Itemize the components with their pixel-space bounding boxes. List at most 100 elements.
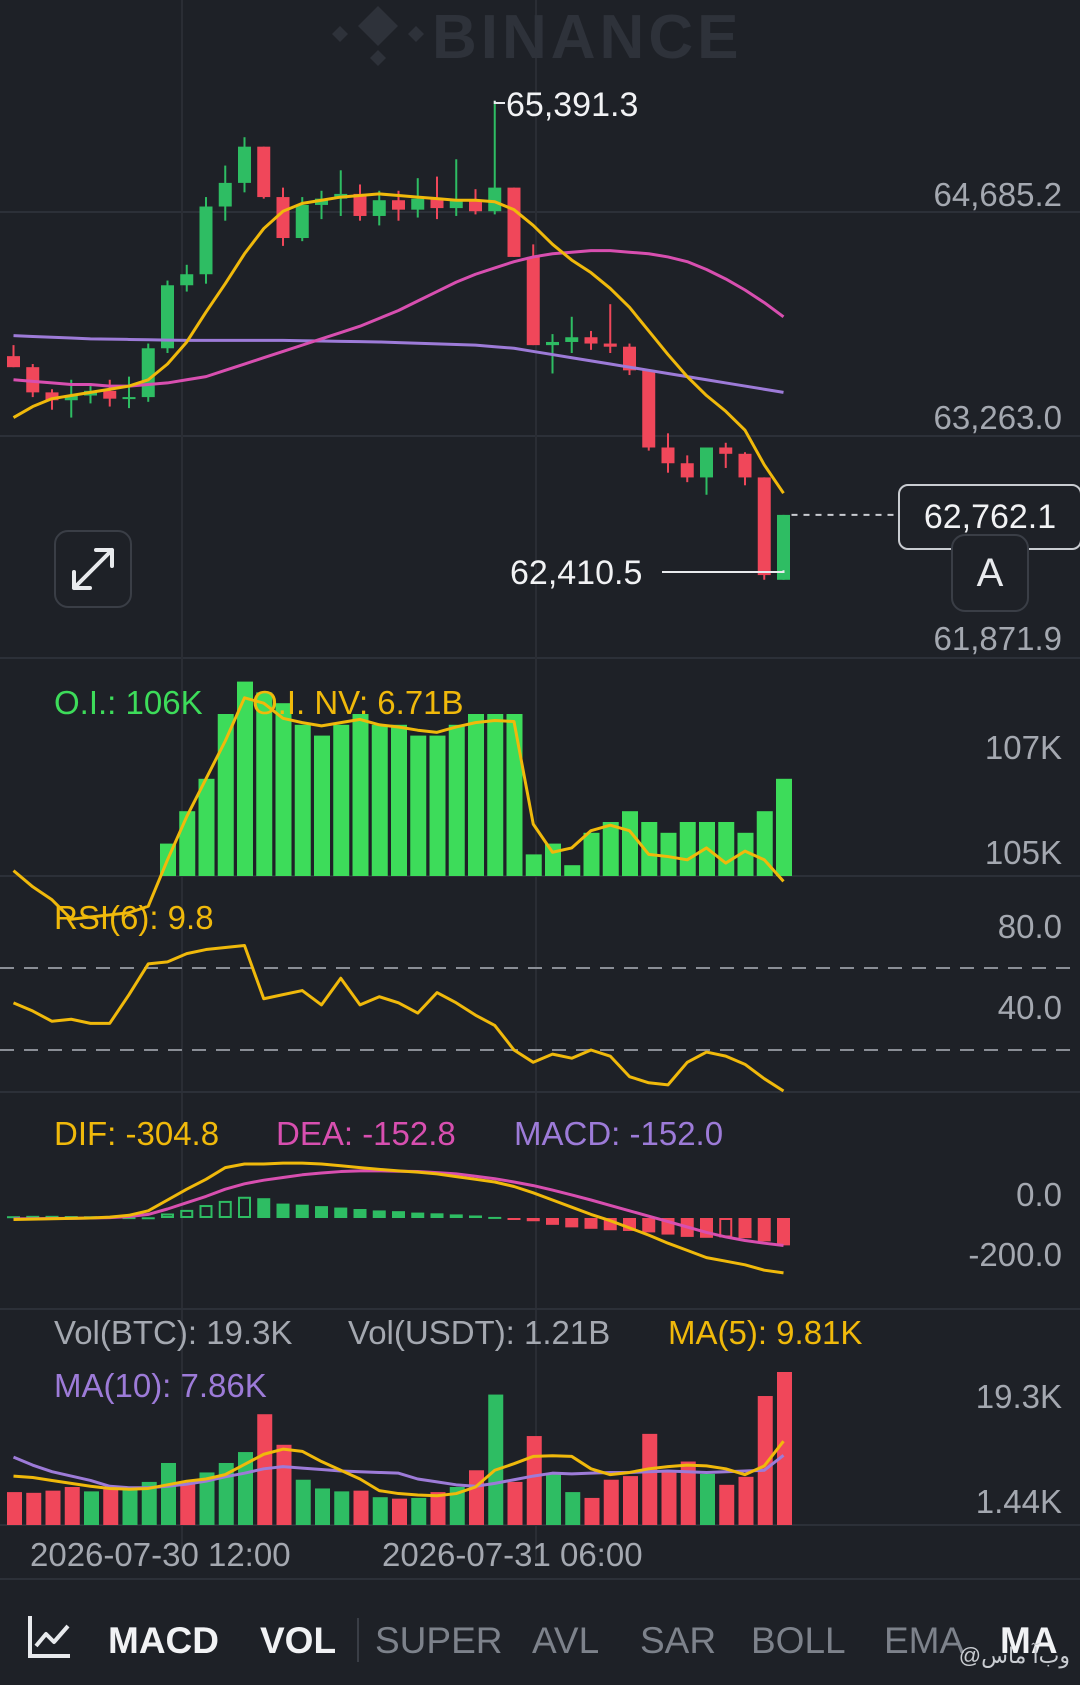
volume-bar xyxy=(700,1473,715,1525)
tab-boll[interactable]: BOLL xyxy=(751,1620,846,1662)
macd-tick-1: 0.0 xyxy=(1016,1176,1062,1213)
oi-bar xyxy=(179,811,196,876)
dif-legend: DIF: -304.8 xyxy=(54,1115,220,1152)
rsi-tick-1: 80.0 xyxy=(997,908,1062,945)
candle-body xyxy=(141,348,155,398)
oi-bar xyxy=(564,865,581,876)
candle-body xyxy=(392,200,405,210)
candle-body xyxy=(507,187,521,257)
oi-bar xyxy=(583,832,600,876)
macd-hist-bar xyxy=(469,1215,482,1218)
volume-bar xyxy=(103,1489,119,1525)
volume-bar xyxy=(565,1492,581,1525)
candle-body xyxy=(680,463,694,478)
low-price-label: 62,410.5 xyxy=(510,554,643,592)
auto-scale-button[interactable]: A xyxy=(951,534,1029,612)
macd-hist-bar xyxy=(757,1218,771,1242)
candle-body xyxy=(757,477,771,576)
oi-bar xyxy=(371,724,388,876)
chart-type-icon[interactable] xyxy=(26,1612,74,1660)
candle-body xyxy=(180,274,194,286)
macd-hist-bar xyxy=(238,1196,251,1219)
volume-bar xyxy=(180,1482,196,1525)
tab-vol[interactable]: VOL xyxy=(260,1620,336,1662)
macd-tick-2: -200.0 xyxy=(968,1236,1062,1273)
volume-bar xyxy=(526,1436,542,1525)
oi-bar xyxy=(275,703,292,876)
tab-super[interactable]: SUPER xyxy=(375,1620,502,1662)
macd-hist-bar xyxy=(161,1213,174,1218)
candle-body xyxy=(257,146,271,198)
oi-bar xyxy=(410,735,427,876)
candle-body xyxy=(526,256,540,346)
oi-bar xyxy=(333,724,350,876)
chart-canvas[interactable] xyxy=(0,0,1080,1683)
macd-hist-bar xyxy=(565,1218,579,1228)
dea-legend: DEA: -152.8 xyxy=(276,1115,456,1152)
tab-ema[interactable]: EMA xyxy=(884,1620,964,1662)
volume-bar xyxy=(584,1497,600,1525)
oi-bar xyxy=(525,854,542,876)
candle-body xyxy=(700,447,713,478)
vol-usdt-legend: Vol(USDT): 1.21B xyxy=(348,1314,611,1351)
volume-bar xyxy=(45,1490,61,1525)
volume-bar xyxy=(295,1479,311,1525)
oi-legend: O.I.: 106K xyxy=(54,684,203,721)
macd-hist-bar xyxy=(430,1213,444,1218)
oi-bar xyxy=(776,778,792,876)
price-tick-1: 64,685.2 xyxy=(933,176,1062,213)
macd-hist-bar xyxy=(507,1218,521,1220)
candle-body xyxy=(642,370,656,448)
volume-bar xyxy=(26,1492,42,1525)
volume-bar xyxy=(507,1481,523,1525)
volume-bar xyxy=(392,1498,407,1525)
macd-hist-bar xyxy=(719,1218,733,1238)
volume-bar xyxy=(757,1396,773,1525)
vol-ma5-legend: MA(5): 9.81K xyxy=(668,1314,863,1351)
expand-chart-button[interactable] xyxy=(54,530,132,608)
macd-hist-bar xyxy=(199,1205,213,1219)
candle-body xyxy=(584,337,598,344)
oi-bar xyxy=(718,822,735,876)
candle-body xyxy=(603,343,617,347)
volume-bar xyxy=(469,1470,484,1525)
macd-hist-bar xyxy=(218,1200,232,1219)
tab-avl[interactable]: AVL xyxy=(532,1620,599,1662)
volume-bar xyxy=(334,1491,350,1525)
macd-hist-bar xyxy=(546,1218,559,1225)
macd-hist-bar xyxy=(372,1210,386,1218)
macd-hist-bar xyxy=(526,1218,540,1222)
vol-btc-legend: Vol(BTC): 19.3K xyxy=(54,1314,293,1351)
candle-body xyxy=(199,206,213,275)
macd-hist-bar xyxy=(257,1198,271,1218)
macd-hist-bar xyxy=(777,1218,790,1246)
candle-body xyxy=(295,204,309,239)
oi-bar xyxy=(391,724,407,876)
volume-bar xyxy=(84,1491,99,1525)
volume-bar xyxy=(315,1488,330,1525)
price-tick-2: 63,263.0 xyxy=(933,399,1062,436)
candle-body xyxy=(122,397,136,400)
vol-tick-2: 1.44K xyxy=(975,1483,1062,1520)
candle-body xyxy=(372,200,386,216)
oi-bar xyxy=(622,811,638,876)
oi-bar xyxy=(506,714,523,876)
oi-bar xyxy=(429,735,446,876)
credit-text: @وب‌آ ماس xyxy=(958,1643,1070,1668)
time-tick-2: 2026-07-31 06:00 xyxy=(382,1536,643,1573)
macd-hist-bar xyxy=(295,1204,309,1218)
high-marker-line xyxy=(493,100,505,104)
oi-bar xyxy=(448,724,465,876)
oi-bar xyxy=(352,714,369,876)
candle-body xyxy=(719,447,733,454)
candle-body xyxy=(276,197,290,239)
macd-hist-bar xyxy=(353,1209,367,1218)
volume-bar xyxy=(546,1473,561,1525)
candle-body xyxy=(488,187,502,212)
tab-sar[interactable]: SAR xyxy=(640,1620,716,1662)
oi-bar xyxy=(545,843,561,876)
oi-bar xyxy=(468,714,484,876)
oi-bar xyxy=(602,822,619,876)
volume-bar xyxy=(719,1484,735,1525)
tab-macd[interactable]: MACD xyxy=(108,1620,219,1662)
